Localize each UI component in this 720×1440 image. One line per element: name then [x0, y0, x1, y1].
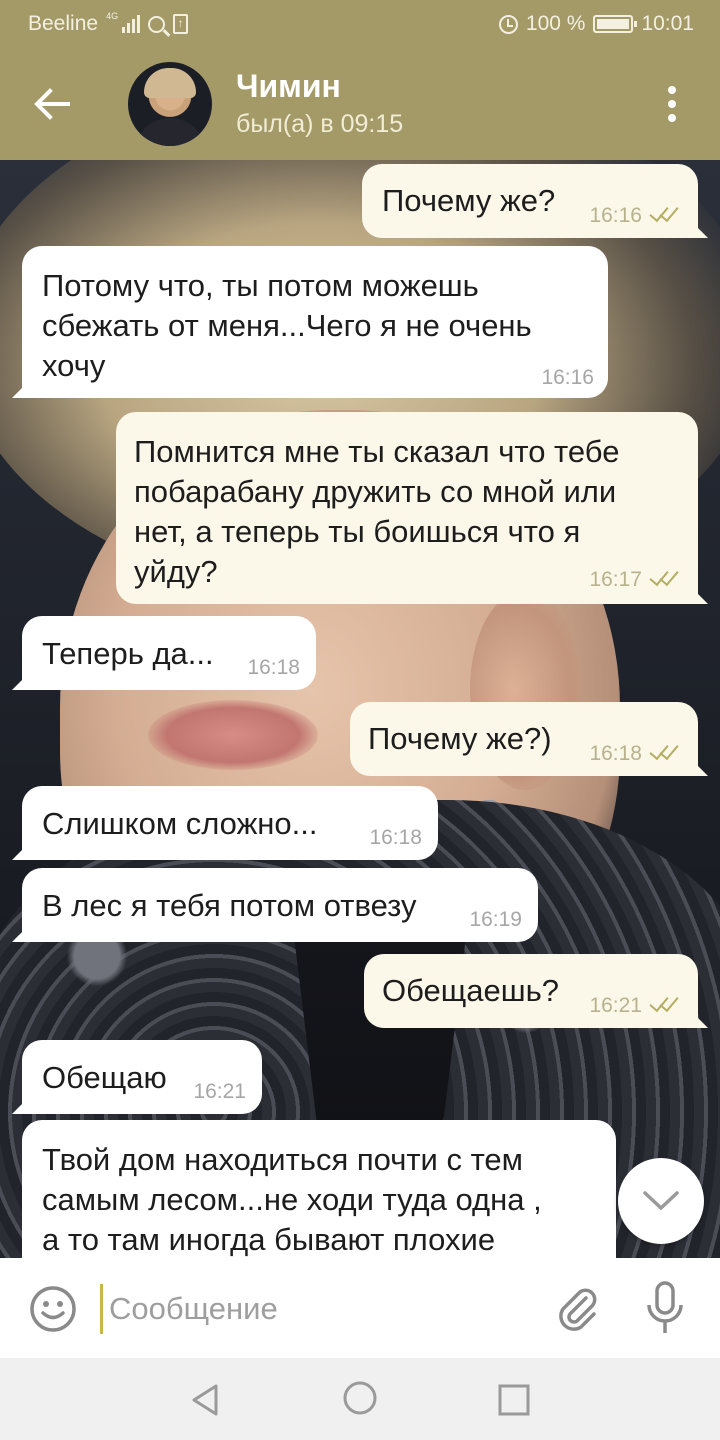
message-composer — [0, 1258, 720, 1358]
message-input[interactable] — [100, 1284, 520, 1334]
chat-area[interactable]: Почему же? 16:16 Потому что, ты потом мо… — [0, 160, 720, 1258]
microphone-icon — [647, 1281, 683, 1333]
message-text: Потому что, ты потом можешь сбежать от м… — [42, 268, 532, 383]
search-icon — [148, 15, 166, 33]
double-check-icon — [648, 997, 684, 1015]
message-time: 16:21 — [193, 1080, 246, 1103]
carrier-name: Beeline — [28, 12, 99, 35]
emoji-icon — [30, 1286, 76, 1332]
upload-icon: ↑ — [173, 14, 189, 34]
message-bubble-outgoing[interactable]: Почему же?) 16:18 — [350, 702, 708, 776]
message-bubble-incoming[interactable]: Потому что, ты потом можешь сбежать от м… — [12, 246, 608, 398]
message-time: 16:18 — [369, 826, 422, 849]
message-bubble-incoming[interactable]: Обещаю 16:21 — [12, 1040, 262, 1114]
message-bubble-outgoing[interactable]: Помнится мне ты сказал что тебе побараба… — [116, 412, 708, 604]
status-bar-left: Beeline 4G ↑ — [28, 11, 189, 36]
double-check-icon — [648, 571, 684, 589]
nav-back-button[interactable] — [186, 1380, 226, 1420]
contact-name[interactable]: Чимин — [236, 68, 341, 105]
message-text: Твой дом находиться почти с тем самым ле… — [42, 1142, 542, 1257]
signal-icon — [122, 15, 141, 33]
arrow-left-icon — [34, 88, 70, 120]
status-bar: Beeline 4G ↑ 100 % 10:01 — [0, 0, 720, 48]
message-text: Слишком сложно... — [42, 806, 318, 841]
avatar[interactable] — [128, 62, 212, 146]
message-time: 16:16 — [589, 204, 642, 227]
paperclip-icon — [559, 1288, 597, 1331]
circle-home-icon — [343, 1381, 377, 1415]
message-time: 16:17 — [589, 568, 642, 591]
system-navigation-bar — [0, 1358, 720, 1440]
message-time: 16:19 — [469, 908, 522, 931]
message-bubble-outgoing[interactable]: Обещаешь? 16:21 — [364, 954, 708, 1028]
network-type: 4G — [106, 11, 119, 21]
more-vertical-icon — [668, 86, 676, 94]
message-time: 16:21 — [589, 994, 642, 1017]
attach-button[interactable] — [552, 1284, 602, 1334]
message-bubble-incoming[interactable]: Теперь да... 16:18 — [12, 616, 316, 690]
last-seen-status: был(а) в 09:15 — [236, 110, 404, 138]
microphone-button[interactable] — [640, 1280, 690, 1338]
message-time: 16:18 — [247, 656, 300, 679]
double-check-icon — [648, 207, 684, 225]
back-button[interactable] — [22, 76, 82, 132]
triangle-back-icon — [192, 1384, 218, 1416]
message-bubble-incoming[interactable]: Твой дом находиться почти с тем самым ле… — [22, 1120, 616, 1258]
message-text: В лес я тебя потом отвезу — [42, 888, 417, 923]
chevron-down-icon — [643, 1191, 679, 1211]
message-bubble-outgoing[interactable]: Почему же? 16:16 — [362, 164, 708, 238]
emoji-button[interactable] — [28, 1284, 78, 1334]
double-check-icon — [648, 745, 684, 763]
status-bar-right: 100 % 10:01 — [498, 12, 694, 36]
battery-icon — [593, 15, 638, 33]
message-bubble-incoming[interactable]: Слишком сложно... 16:18 — [12, 786, 438, 860]
nav-home-button[interactable] — [340, 1378, 380, 1418]
message-time: 16:18 — [589, 742, 642, 765]
message-bubble-incoming[interactable]: В лес я тебя потом отвезу 16:19 — [12, 868, 538, 942]
alarm-icon — [498, 14, 518, 34]
battery-level: 100 % — [525, 12, 586, 35]
message-time: 16:16 — [541, 366, 594, 389]
square-recents-icon — [498, 1384, 530, 1416]
nav-recents-button[interactable] — [494, 1380, 534, 1420]
chat-header: Чимин был(а) в 09:15 — [0, 48, 720, 160]
clock: 10:01 — [641, 12, 694, 35]
scroll-down-button[interactable] — [618, 1158, 704, 1244]
more-options-button[interactable] — [652, 78, 692, 130]
